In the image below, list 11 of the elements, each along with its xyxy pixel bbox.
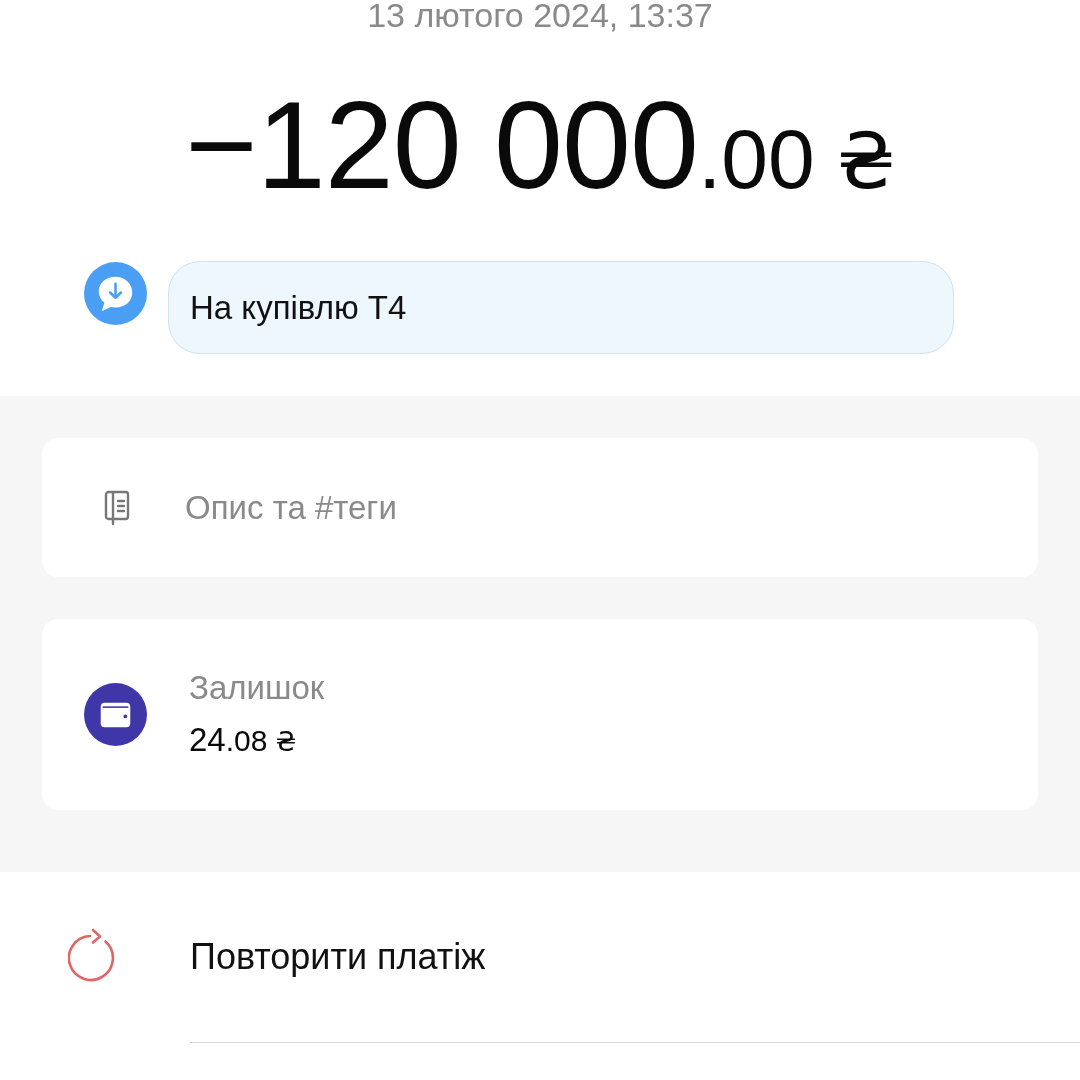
balance-label: Залишок	[189, 667, 325, 708]
chat-bubble-icon	[84, 262, 147, 325]
repeat-payment-button[interactable]: Повторити платіж	[0, 872, 1080, 1042]
description-field[interactable]: Опис та #теги	[185, 485, 1038, 530]
amount-text: −120 000.00 ₴	[185, 76, 895, 214]
notebook-icon	[104, 489, 130, 526]
comment-bubble: На купівлю Т4	[168, 261, 954, 354]
description-card[interactable]: Опис та #теги	[42, 438, 1038, 577]
date-text: 13 лютого 2024, 13:37	[366, 0, 714, 32]
balance-amount: 24.08 ₴	[189, 719, 298, 760]
wallet-icon	[84, 683, 147, 746]
